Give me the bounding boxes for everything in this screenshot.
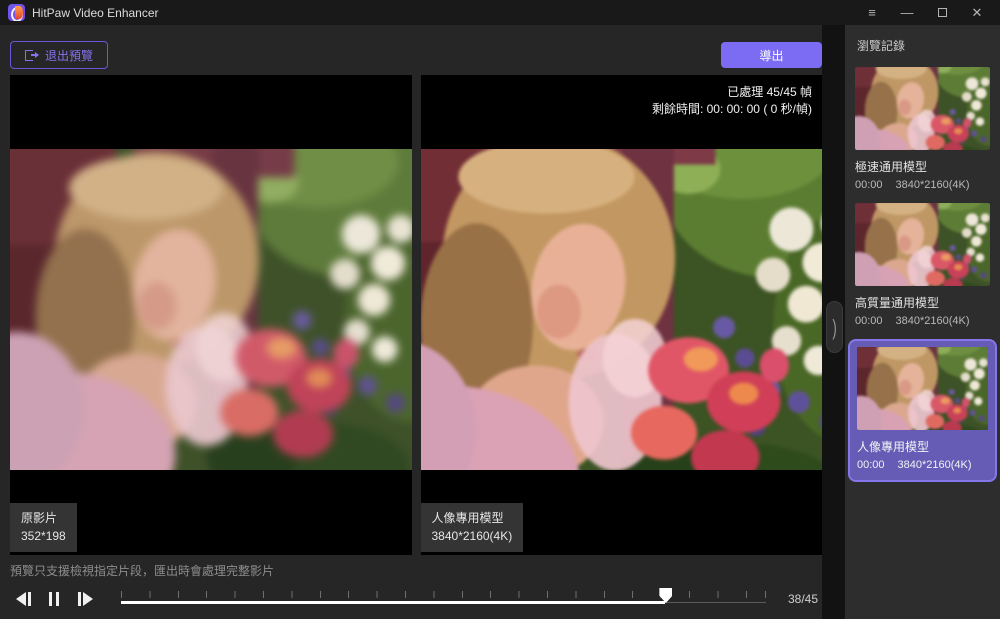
history-item-time: 00:00 (855, 179, 883, 191)
collapse-sidebar-button[interactable]: ) (826, 301, 843, 353)
history-item-meta: 00:00 3840*2160(4K) (855, 315, 990, 327)
enhanced-video-label: 人像專用模型 (432, 509, 513, 528)
enhanced-video-frame (421, 149, 823, 470)
preview-note-text: 預覽只支援檢視指定片段，匯出時會處理完整影片 (10, 562, 274, 579)
menu-icon[interactable]: ≡ (859, 3, 885, 23)
close-icon[interactable]: ✕ (964, 3, 990, 23)
window-controls: ≡ — ✕ (859, 3, 990, 23)
history-item-meta: 00:00 3840*2160(4K) (855, 179, 990, 191)
history-item-portrait-model[interactable]: 人像專用模型 00:00 3840*2160(4K) (848, 339, 997, 482)
exit-preview-label: 退出預覽 (45, 47, 93, 64)
main-area: 退出預覽 導出 原影片 352*198 已處理 45/45 (0, 25, 822, 619)
history-item-label: 極速通用模型 (855, 158, 990, 175)
history-item-quality-model[interactable]: 高質量通用模型 00:00 3840*2160(4K) (855, 203, 990, 327)
history-sidebar: 瀏覽記錄 極速通用模型 00:00 3840*2160(4K) 高質量通用模型 … (845, 25, 1000, 619)
processing-status-overlay: 已處理 45/45 幀 剩餘時間: 00: 00: 00 ( 0 秒/幀) (652, 84, 812, 119)
history-thumbnail (857, 347, 988, 430)
history-header: 瀏覽記錄 (857, 37, 1000, 54)
player-controls: 38/45 (12, 581, 818, 617)
history-item-resolution: 3840*2160(4K) (896, 315, 970, 327)
next-frame-button[interactable] (74, 588, 96, 610)
original-video-label-chip: 原影片 352*198 (10, 503, 77, 552)
history-item-meta: 00:00 3840*2160(4K) (857, 459, 988, 471)
history-thumbnail (855, 67, 990, 150)
next-frame-icon (78, 592, 81, 606)
original-video-panel: 原影片 352*198 (10, 75, 412, 555)
history-item-label: 高質量通用模型 (855, 294, 990, 311)
remaining-time-text: 剩餘時間: 00: 00: 00 ( 0 秒/幀) (652, 101, 812, 118)
history-item-time: 00:00 (855, 315, 883, 327)
history-item-label: 人像專用模型 (857, 438, 988, 455)
original-video-resolution: 352*198 (21, 527, 66, 546)
processed-frames-text: 已處理 45/45 幀 (652, 84, 812, 101)
original-video-frame (10, 149, 412, 470)
maximize-icon[interactable] (929, 3, 955, 23)
history-item-resolution: 3840*2160(4K) (898, 459, 972, 471)
preview-panels: 原影片 352*198 已處理 45/45 幀 剩餘時間: 00: 00: 00… (10, 75, 822, 555)
export-button[interactable]: 導出 (721, 42, 822, 68)
minimize-icon[interactable]: — (894, 3, 920, 23)
collapse-panel-icon: ) (832, 314, 836, 340)
title-bar: HitPaw Video Enhancer ≡ — ✕ (0, 0, 1000, 25)
previous-frame-icon (16, 592, 26, 606)
history-item-time: 00:00 (857, 459, 885, 471)
history-item-fast-model[interactable]: 極速通用模型 00:00 3840*2160(4K) (855, 67, 990, 191)
slider-fill (121, 601, 665, 604)
exit-preview-icon (25, 49, 38, 62)
progress-slider[interactable] (121, 588, 766, 610)
panel-divider: ) (822, 25, 845, 619)
original-video-label: 原影片 (21, 509, 66, 528)
app-window: HitPaw Video Enhancer ≡ — ✕ 退出預覽 導出 (0, 0, 1000, 619)
enhanced-video-panel: 已處理 45/45 幀 剩餘時間: 00: 00: 00 ( 0 秒/幀) 人像… (421, 75, 823, 555)
enhanced-video-resolution: 3840*2160(4K) (432, 527, 513, 546)
pause-icon (49, 592, 52, 606)
exit-preview-button[interactable]: 退出預覽 (10, 41, 108, 69)
frame-counter: 38/45 (782, 592, 818, 606)
app-title: HitPaw Video Enhancer (32, 6, 159, 20)
previous-frame-button[interactable] (12, 588, 34, 610)
history-thumbnail (855, 203, 990, 286)
pause-button[interactable] (43, 588, 65, 610)
hitpaw-logo-icon (8, 4, 25, 21)
enhanced-video-label-chip: 人像專用模型 3840*2160(4K) (421, 503, 524, 552)
history-item-resolution: 3840*2160(4K) (896, 179, 970, 191)
